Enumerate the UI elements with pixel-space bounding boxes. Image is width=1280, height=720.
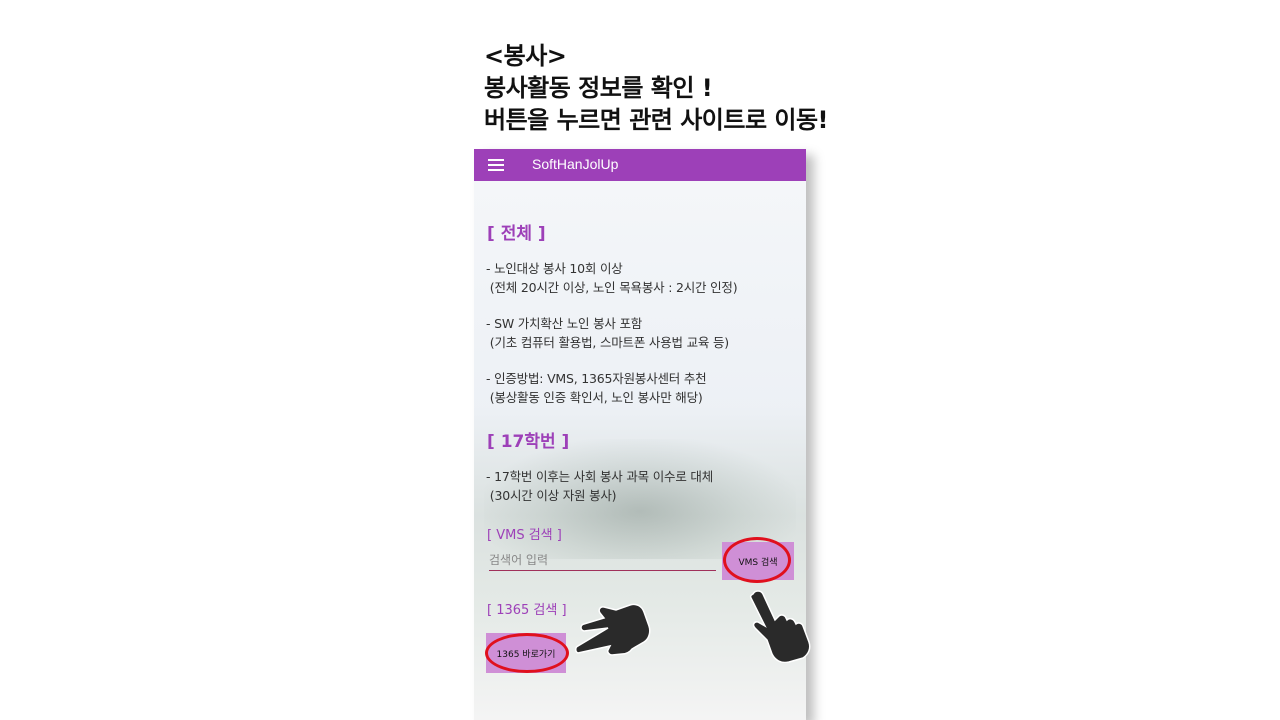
info-text-all-2: - SW 가치확산 노인 봉사 포함 (기초 컴퓨터 활용법, 스마트폰 사용법… [486, 316, 729, 350]
section-title-17: [ 17학번 ] [487, 432, 570, 452]
pointing-hand-icon [575, 603, 651, 656]
info-text-all-1: - 노인대상 봉사 10회 이상 (전체 20시간 이상, 노인 목욕봉사 : … [486, 261, 738, 295]
k1365-shortcut-button[interactable]: 1365 바로가기 [486, 633, 566, 673]
vms-search-button[interactable]: VMS 검색 [722, 542, 794, 580]
pointing-hand-icon [749, 590, 811, 663]
search-input[interactable] [489, 550, 716, 571]
headline-line-3: 버튼을 누르면 관련 사이트로 이동! [484, 106, 829, 134]
k1365-section-title: [ 1365 검색 ] [487, 603, 567, 618]
headline-line-2: 봉사활동 정보를 확인 ! [484, 74, 713, 102]
headline-line-1: <봉사> [484, 42, 567, 70]
info-text-17: - 17학번 이후는 사회 봉사 과목 이수로 대체 (30시간 이상 자원 봉… [486, 469, 714, 503]
slide-headline: <봉사> 봉사활동 정보를 확인 ! 버튼을 누르면 관련 사이트로 이동! [484, 40, 904, 136]
vms-section-title: [ VMS 검색 ] [487, 528, 562, 543]
info-text-all-3: - 인증방법: VMS, 1365자원봉사센터 추천 (봉상활동 인증 확인서,… [486, 371, 707, 405]
section-title-all: [ 전체 ] [487, 224, 546, 244]
